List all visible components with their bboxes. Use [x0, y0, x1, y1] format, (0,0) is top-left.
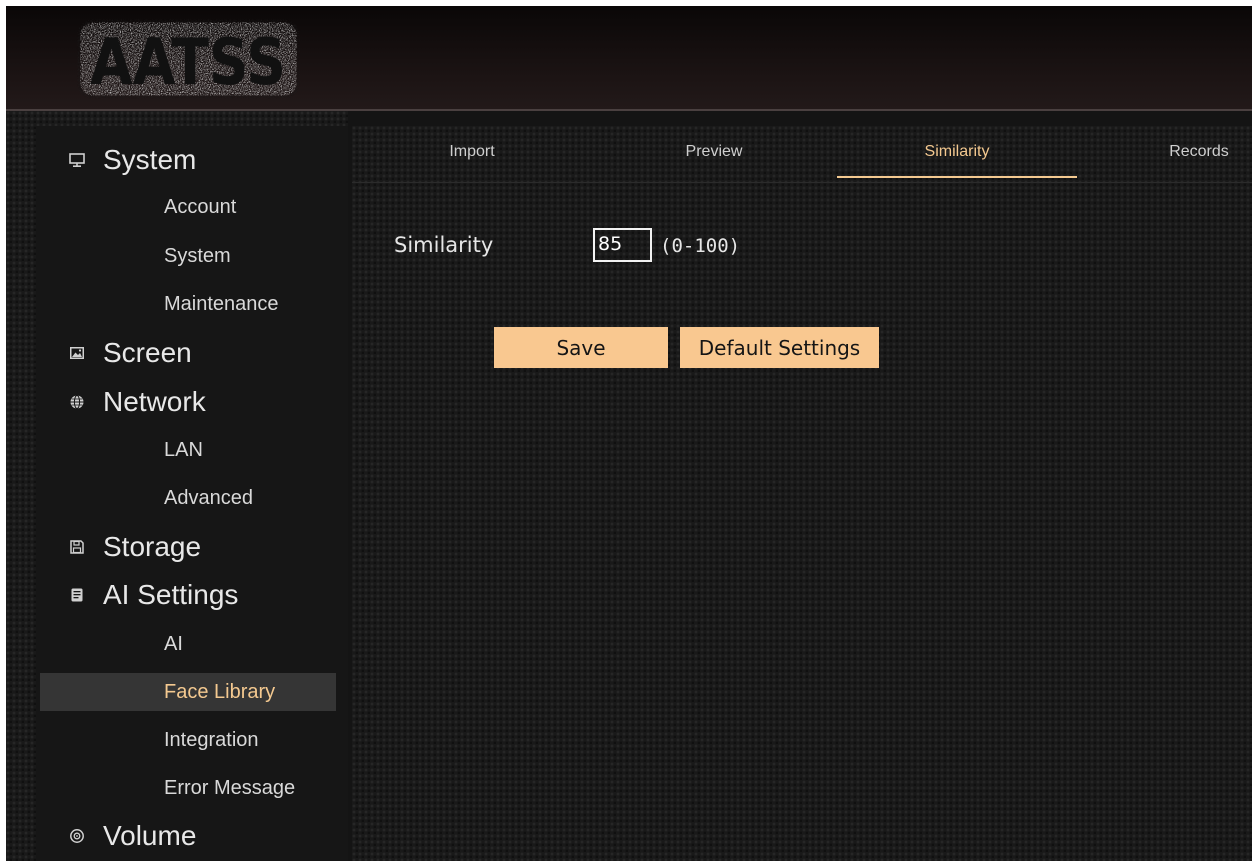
sidebar-item-integration[interactable]: Integration — [40, 721, 336, 759]
sidebar-item-label: Error Message — [164, 776, 296, 799]
sidebar-panel: System Account System Maintenance Screen… — [6, 111, 348, 861]
sidebar-section-label: Volume — [103, 820, 197, 851]
sidebar-item-error-message[interactable]: Error Message — [40, 769, 336, 807]
monitor-icon — [69, 152, 103, 168]
sidebar-item-face-library[interactable]: Face Library — [40, 673, 336, 711]
sidebar-section-volume[interactable]: Volume — [69, 816, 196, 856]
svg-text:AATSS: AATSS — [90, 26, 286, 100]
sidebar-item-label: Face Library — [164, 680, 276, 703]
save-button[interactable]: Save — [494, 327, 668, 368]
sidebar-item-label: Integration — [164, 728, 259, 751]
sidebar-section-label: System — [103, 144, 197, 175]
sidebar-item-system[interactable]: System — [40, 237, 336, 275]
sidebar-item-advanced[interactable]: Advanced — [40, 479, 336, 517]
sidebar-section-system[interactable]: System — [69, 140, 196, 180]
app-window: AATSS System Account System Maintenance … — [6, 6, 1252, 861]
sidebar-item-label: Advanced — [164, 486, 253, 509]
sidebar-item-lan[interactable]: LAN — [40, 431, 336, 469]
tab-preview[interactable]: Preview — [594, 126, 834, 178]
tab-records[interactable]: Records — [1079, 126, 1252, 178]
header-bar: AATSS — [6, 6, 1252, 111]
sidebar-item-label: Account — [164, 195, 237, 218]
aatss-logo: AATSS — [77, 19, 300, 100]
sidebar-item-label: AI — [164, 632, 183, 655]
sidebar-item-label: LAN — [164, 438, 203, 461]
tab-similarity[interactable]: Similarity — [837, 126, 1077, 178]
similarity-range-hint: (0-100) — [660, 235, 741, 257]
tab-import[interactable]: Import — [352, 126, 592, 178]
sidebar-item-account[interactable]: Account — [40, 188, 336, 226]
default-settings-button[interactable]: Default Settings — [680, 327, 879, 368]
sidebar-section-label: Network — [103, 386, 206, 417]
globe-icon — [69, 394, 103, 410]
sidebar-section-label: Screen — [103, 337, 192, 368]
sidebar-section-storage[interactable]: Storage — [69, 527, 201, 567]
sidebar-item-label: Maintenance — [164, 292, 279, 315]
sidebar-section-ai-settings[interactable]: AI Settings — [69, 575, 238, 615]
similarity-input[interactable] — [593, 228, 652, 262]
sidebar-item-ai[interactable]: AI — [40, 625, 336, 663]
sidebar-section-label: Storage — [103, 531, 202, 562]
sidebar-section-network[interactable]: Network — [69, 382, 206, 422]
document-icon — [69, 587, 103, 603]
image-icon — [69, 345, 103, 361]
sidebar-item-maintenance[interactable]: Maintenance — [40, 285, 336, 323]
main-panel: Import Preview Similarity Records Simila… — [352, 126, 1252, 861]
sidebar-section-screen[interactable]: Screen — [69, 333, 192, 373]
similarity-label: Similarity — [394, 233, 494, 257]
speaker-icon — [69, 828, 103, 844]
tab-bar: Import Preview Similarity Records — [352, 126, 1252, 183]
sidebar-section-label: AI Settings — [103, 579, 239, 610]
save-icon — [69, 539, 103, 555]
sidebar-item-label: System — [164, 244, 231, 267]
